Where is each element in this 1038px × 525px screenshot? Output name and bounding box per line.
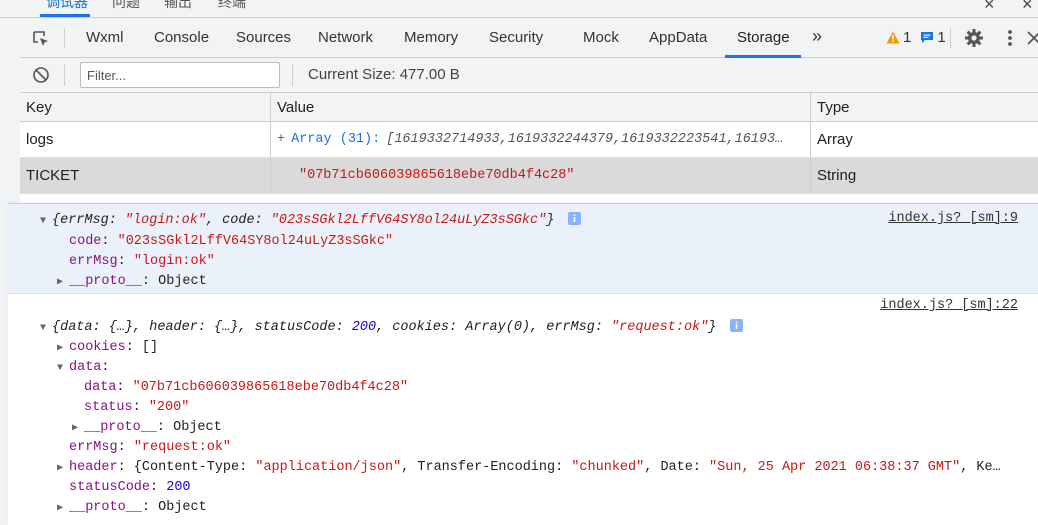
collapse-triangle-icon[interactable]: ▼ (57, 359, 69, 378)
expand-triangle-icon[interactable]: ▶ (57, 499, 69, 518)
close-panel-icon[interactable]: × (1022, 0, 1033, 15)
row-type: String (817, 167, 857, 184)
object-property[interactable]: ▼ data: (57, 358, 110, 378)
console-panel: ▼ {errMsg: "login:ok", code: "023sSGkl2Lf… (8, 203, 1038, 525)
row-key: logs (20, 122, 271, 157)
column-header-type[interactable]: Type (811, 93, 1038, 121)
tab-console[interactable]: Console (154, 29, 209, 46)
issue-badges[interactable]: 1 1 (886, 29, 946, 46)
inspect-element-icon[interactable] (32, 30, 50, 48)
expand-triangle-icon[interactable]: ▶ (57, 339, 69, 358)
tab-issues[interactable]: 问题 (112, 0, 140, 12)
warning-count: 1 (903, 29, 912, 46)
devtools-tab-bar: Wxml Console Sources Network Memory Secu… (20, 18, 1038, 58)
toolbar-divider (292, 64, 293, 86)
tab-mock[interactable]: Mock (583, 29, 619, 46)
column-header-key[interactable]: Key (20, 93, 271, 121)
collapse-triangle-icon[interactable]: ▼ (40, 212, 52, 231)
message-count: 1 (937, 29, 946, 46)
array-preview: [1619332714933,1619332244379,16193322235… (386, 132, 784, 147)
tab-storage[interactable]: Storage (737, 29, 790, 46)
array-type-label: Array (31): (291, 132, 381, 147)
storage-table: Key Value Type logs + Array (31): [16193… (20, 93, 1038, 203)
object-property: status: "200" (84, 400, 190, 415)
object-proto[interactable]: ▶ __proto__: Object (57, 272, 207, 292)
expand-triangle-icon[interactable]: ▶ (72, 419, 84, 438)
table-header-row: Key Value Type (20, 93, 1038, 122)
tab-security[interactable]: Security (489, 29, 543, 46)
object-property: code: "023sSGkl2LffV64SY8ol24uLyZ3sSGkc" (69, 234, 394, 249)
object-property[interactable]: ▶ header: {Content-Type: "application/jso… (57, 458, 1001, 478)
string-value: "07b71cb606039865618ebe70db4f4c28" (299, 168, 575, 183)
object-summary[interactable]: ▼ {data: {…}, header: {…}, statusCode: 20… (40, 318, 744, 338)
current-size-label: Current Size: 477.00 B (308, 66, 460, 83)
tab-output[interactable]: 输出 (164, 0, 192, 12)
tab-terminal[interactable]: 终端 (218, 0, 246, 12)
object-proto[interactable]: ▶ __proto__: Object (57, 498, 207, 518)
object-proto[interactable]: ▶ __proto__: Object (72, 418, 222, 438)
object-summary[interactable]: ▼ {errMsg: "login:ok", code: "023sSGkl2Lf… (40, 211, 582, 231)
table-row[interactable]: TICKET "07b71cb606039865618ebe70db4f4c28… (20, 158, 1038, 194)
message-icon (921, 32, 934, 43)
column-header-value[interactable]: Value (271, 93, 811, 121)
row-type: Array (817, 131, 853, 148)
storage-toolbar: Current Size: 477.00 B (20, 58, 1038, 93)
active-top-tab-indicator (40, 14, 90, 17)
toolbar-divider (64, 64, 65, 86)
object-property: errMsg: "request:ok" (69, 440, 232, 455)
collapse-triangle-icon[interactable]: ▼ (40, 319, 52, 338)
object-property[interactable]: ▶ cookies: [] (57, 338, 158, 358)
source-link[interactable]: index.js? [sm]:22 (880, 298, 1018, 313)
info-icon[interactable] (568, 212, 582, 225)
tab-memory[interactable]: Memory (404, 29, 458, 46)
object-property: errMsg: "login:ok" (69, 254, 215, 269)
warning-icon (886, 31, 900, 44)
tab-sources[interactable]: Sources (236, 29, 291, 46)
settings-gear-icon[interactable] (964, 28, 984, 48)
tab-network[interactable]: Network (318, 29, 373, 46)
filter-input[interactable] (80, 62, 280, 88)
expand-plus-icon[interactable]: + (277, 132, 285, 147)
object-property: data: "07b71cb606039865618ebe70db4f4c28" (84, 380, 409, 395)
tab-wxml[interactable]: Wxml (86, 29, 124, 46)
top-tab-strip: 调试器 问题 输出 终端 × × (0, 0, 1038, 18)
table-row[interactable]: logs + Array (31): [1619332714933,161933… (20, 122, 1038, 158)
row-key: TICKET (20, 158, 271, 193)
more-options-kebab-icon[interactable] (1000, 28, 1020, 48)
source-link[interactable]: index.js? [sm]:9 (888, 211, 1018, 226)
object-property: statusCode: 200 (69, 480, 191, 495)
clear-storage-icon[interactable] (32, 66, 50, 84)
tab-appdata[interactable]: AppData (649, 29, 707, 46)
row-value: "07b71cb606039865618ebe70db4f4c28" (271, 158, 811, 193)
close-devtools-icon[interactable] (1024, 28, 1038, 48)
toolbar-divider (950, 28, 951, 48)
tab-debugger[interactable]: 调试器 (46, 0, 88, 12)
expand-triangle-icon[interactable]: ▶ (57, 459, 69, 478)
row-value: + Array (31): [1619332714933,16193322443… (271, 122, 811, 157)
console-message: ▼ {errMsg: "login:ok", code: "023sSGkl2Lf… (8, 204, 1038, 294)
more-tabs-chevron-icon[interactable]: » (812, 26, 822, 47)
toolbar-divider (64, 28, 65, 48)
expand-triangle-icon[interactable]: ▶ (57, 273, 69, 292)
minimize-panel-icon[interactable]: × (984, 0, 995, 15)
info-icon[interactable] (730, 319, 744, 332)
